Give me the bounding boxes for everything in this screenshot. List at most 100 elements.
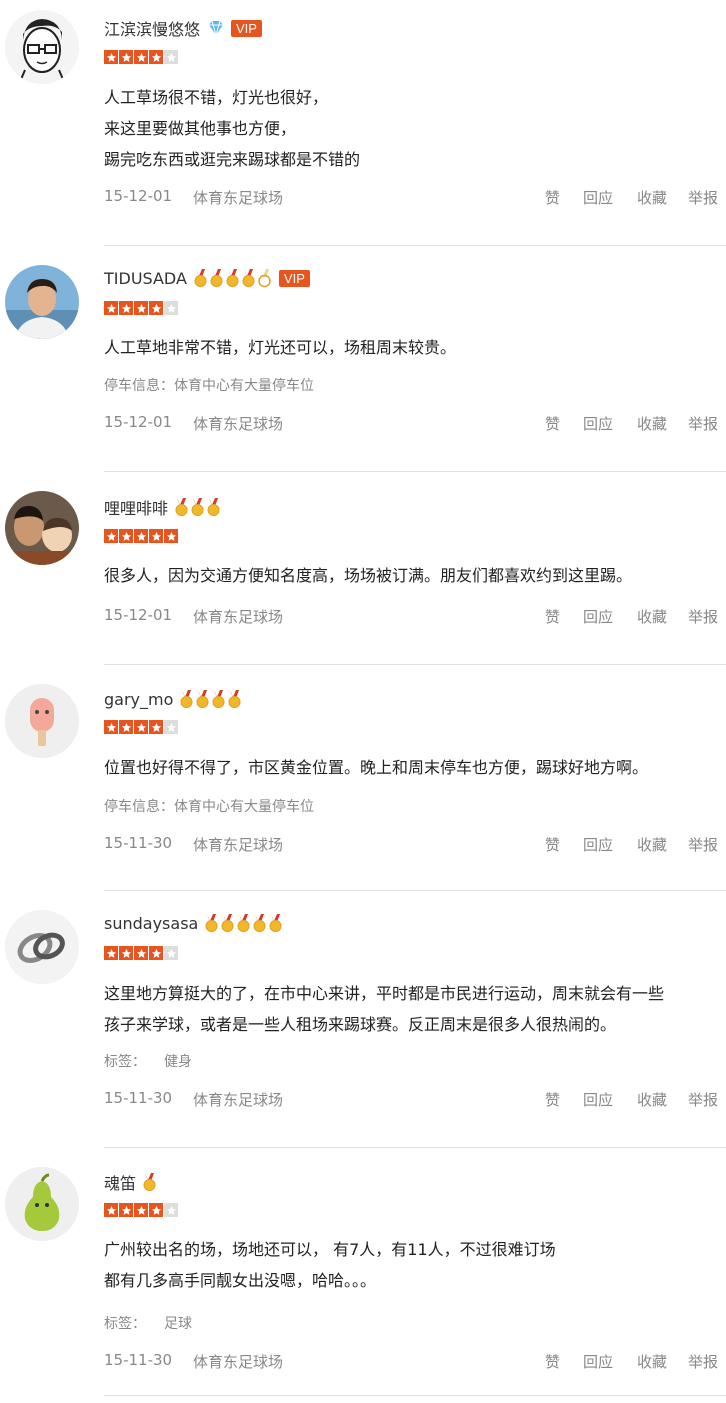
star-icon	[149, 720, 163, 734]
tag-label: 标签：	[104, 1316, 146, 1332]
review-text-line: 踢完吃东西或逛完来踢球都是不错的	[104, 150, 361, 169]
venue-link[interactable]: 体育东足球场	[193, 1351, 283, 1372]
user-line: 哩哩啡啡	[104, 496, 222, 518]
avatar[interactable]	[5, 910, 79, 984]
favorite-button[interactable]: 收藏	[637, 1089, 667, 1110]
review-date: 15-11-30	[104, 1089, 173, 1107]
reply-button[interactable]: 回应	[583, 413, 613, 434]
star-icon	[164, 529, 178, 543]
avatar[interactable]	[5, 1167, 79, 1241]
rating-stars	[104, 720, 179, 734]
favorite-button[interactable]: 收藏	[637, 413, 667, 434]
review-date: 15-11-30	[104, 1351, 173, 1369]
medal-icon	[258, 268, 271, 287]
review-footer: 15-12-01 体育东足球场 赞 回应 收藏 举报	[104, 606, 726, 626]
star-icon	[149, 529, 163, 543]
venue-link[interactable]: 体育东足球场	[193, 187, 283, 208]
like-button[interactable]: 赞	[545, 834, 560, 855]
report-button[interactable]: 举报	[688, 1089, 718, 1110]
venue-link[interactable]: 体育东足球场	[193, 606, 283, 627]
review-date: 15-11-30	[104, 834, 173, 852]
medal-icon	[212, 689, 225, 708]
reply-button[interactable]: 回应	[583, 1351, 613, 1372]
star-icon	[119, 301, 133, 315]
star-icon	[164, 50, 178, 64]
parking-value: 体育中心有大量停车位	[174, 799, 314, 815]
user-line: TIDUSADA VIP	[104, 267, 310, 289]
medal-icon	[210, 268, 223, 287]
avatar[interactable]	[5, 265, 79, 339]
avatar[interactable]	[5, 491, 79, 565]
report-button[interactable]: 举报	[688, 834, 718, 855]
review-date: 15-12-01	[104, 606, 173, 624]
username-link[interactable]: 哩哩啡啡	[104, 495, 168, 519]
star-icon	[149, 301, 163, 315]
avatar[interactable]	[5, 684, 79, 758]
medal-icon	[143, 1172, 156, 1191]
star-icon	[149, 50, 163, 64]
review-text: 人工草场很不错，灯光也很好， 来这里要做其他事也方便， 踢完吃东西或逛完来踢球都是不…	[104, 82, 360, 175]
favorite-button[interactable]: 收藏	[637, 606, 667, 627]
reply-button[interactable]: 回应	[583, 606, 613, 627]
reply-button[interactable]: 回应	[583, 187, 613, 208]
divider	[104, 890, 726, 891]
level-medals	[174, 497, 222, 517]
like-button[interactable]: 赞	[545, 1089, 560, 1110]
user-line: gary_mo	[104, 688, 243, 710]
report-button[interactable]: 举报	[688, 187, 718, 208]
review-text: 很多人，因为交通方便知名度高，场场被订满。朋友们都喜欢约到这里踢。	[104, 560, 632, 591]
reply-button[interactable]: 回应	[583, 1089, 613, 1110]
medal-icon	[194, 268, 207, 287]
tag-value[interactable]: 足球	[164, 1316, 192, 1332]
star-icon	[119, 946, 133, 960]
star-icon	[104, 301, 118, 315]
report-button[interactable]: 举报	[688, 1351, 718, 1372]
star-icon	[104, 946, 118, 960]
like-button[interactable]: 赞	[545, 1351, 560, 1372]
review-date: 15-12-01	[104, 413, 173, 431]
star-icon	[134, 1203, 148, 1217]
rating-stars	[104, 301, 179, 315]
favorite-button[interactable]: 收藏	[637, 1351, 667, 1372]
username-link[interactable]: 江滨滨慢悠悠	[104, 16, 200, 40]
review-text-line: 很多人，因为交通方便知名度高，场场被订满。朋友们都喜欢约到这里踢。	[104, 566, 633, 585]
star-icon	[164, 720, 178, 734]
review-text: 位置也好得不得了，市区黄金位置。晚上和周末停车也方便，踢球好地方啊。	[104, 752, 648, 783]
medal-icon	[196, 689, 209, 708]
review-text-line: 都有几多高手同靓女出没嗯，哈哈。。。	[104, 1271, 377, 1290]
review-footer: 15-12-01 体育东足球场 赞 回应 收藏 举报	[104, 413, 726, 433]
like-button[interactable]: 赞	[545, 187, 560, 208]
review-text-line: 来这里要做其他事也方便，	[104, 119, 297, 138]
username-link[interactable]: sundaysasa	[104, 914, 198, 933]
star-icon	[164, 301, 178, 315]
report-button[interactable]: 举报	[688, 606, 718, 627]
venue-link[interactable]: 体育东足球场	[193, 1089, 283, 1110]
like-button[interactable]: 赞	[545, 606, 560, 627]
star-icon	[119, 50, 133, 64]
favorite-button[interactable]: 收藏	[637, 187, 667, 208]
medal-icon	[175, 497, 188, 516]
star-icon	[134, 50, 148, 64]
star-icon	[104, 529, 118, 543]
rating-stars	[104, 50, 179, 64]
star-icon	[134, 529, 148, 543]
level-medals	[142, 1172, 158, 1192]
review-footer: 15-12-01 体育东足球场 赞 回应 收藏 举报	[104, 187, 726, 207]
username-link[interactable]: TIDUSADA	[104, 269, 187, 288]
review-text-line: 人工草场很不错，灯光也很好，	[104, 88, 329, 107]
favorite-button[interactable]: 收藏	[637, 834, 667, 855]
avatar[interactable]	[5, 10, 79, 84]
venue-link[interactable]: 体育东足球场	[193, 413, 283, 434]
like-button[interactable]: 赞	[545, 413, 560, 434]
venue-link[interactable]: 体育东足球场	[193, 834, 283, 855]
report-button[interactable]: 举报	[688, 413, 718, 434]
reply-button[interactable]: 回应	[583, 834, 613, 855]
divider	[104, 245, 726, 246]
level-medals	[193, 268, 273, 288]
review-text: 人工草地非常不错，灯光还可以，场租周末较贵。	[104, 332, 456, 363]
review-text-line: 这里地方算挺大的了，在市中心来讲，平时都是市民进行运动，周末就会有一些	[104, 984, 665, 1003]
username-link[interactable]: 魂笛	[104, 1170, 136, 1194]
username-link[interactable]: gary_mo	[104, 690, 173, 709]
tag-value[interactable]: 健身	[164, 1054, 192, 1070]
medal-icon	[221, 913, 234, 932]
